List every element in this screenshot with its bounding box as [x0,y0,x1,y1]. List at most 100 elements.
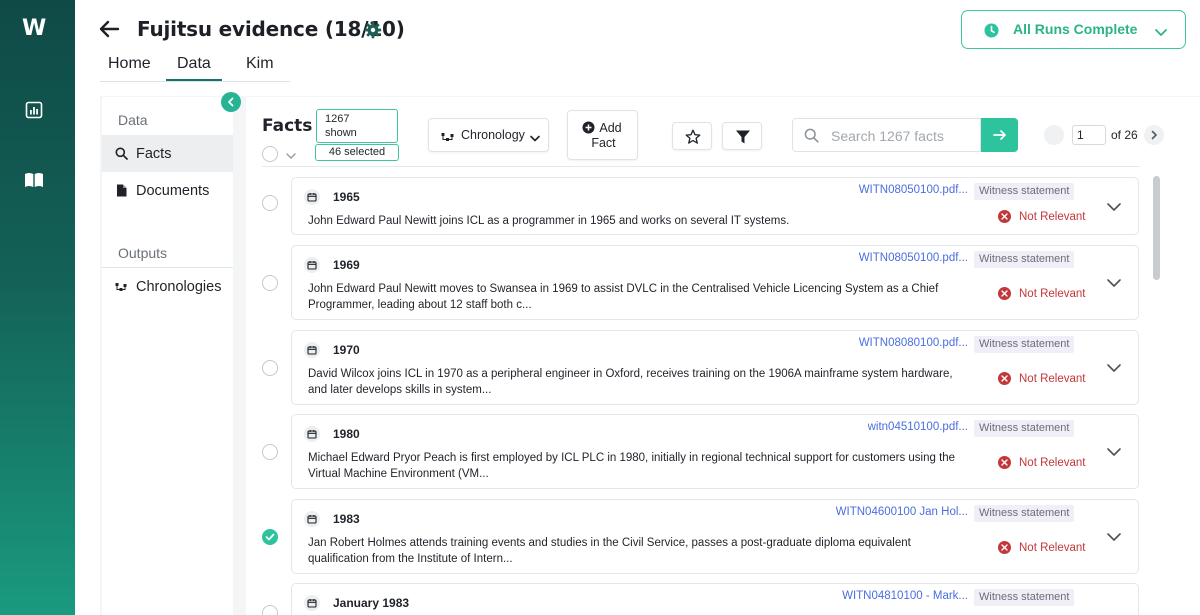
relevance-status[interactable]: Not Relevant [998,456,1085,469]
calendar-icon [304,595,320,611]
document-icon [114,184,128,198]
gear-icon[interactable] [364,21,382,39]
search-input[interactable] [831,126,976,146]
check-icon [265,533,275,540]
tab-home[interactable]: Home [108,55,151,73]
filter-icon [735,129,751,150]
clock-icon [984,23,999,43]
chevron-down-icon [1154,25,1168,43]
relevance-status[interactable]: Not Relevant [998,287,1085,300]
chevron-down-icon[interactable] [1106,529,1122,545]
fact-card[interactable]: 1980 Michael Edward Pryor Peach is first … [291,414,1139,489]
app-logo[interactable]: W [22,16,46,41]
runs-status-button[interactable]: All Runs Complete [961,10,1186,49]
collapse-sidebar-button[interactable] [221,92,241,112]
fact-select-checkbox[interactable] [262,443,278,460]
calendar-icon [304,189,320,205]
chevron-down-icon[interactable] [1106,444,1122,460]
page-number-input[interactable]: 1 [1072,125,1106,145]
tab-kim[interactable]: Kim [246,55,274,73]
sidebar-item-chronologies[interactable]: Chronologies [102,268,233,305]
previous-page-button[interactable] [1044,125,1064,145]
chevron-down-icon[interactable] [1106,360,1122,376]
close-circle-icon [998,456,1011,469]
tab-bar: Home Data Kim [100,52,290,82]
chevron-down-icon[interactable] [1106,199,1122,215]
add-fact-button[interactable]: Add Fact [567,110,638,160]
fact-source-link[interactable]: witn04510100.pdf... [868,421,968,433]
runs-status-label: All Runs Complete [1013,21,1138,37]
fact-card[interactable]: January 1983 WITN04810100 - Mark... Witnes… [291,583,1139,615]
source-type-badge: Witness statement [974,420,1075,437]
select-all-checkbox[interactable] [262,146,278,162]
search-box [792,118,981,152]
source-type-badge: Witness statement [974,336,1075,353]
fact-source-link[interactable]: WITN08050100.pdf... [859,252,968,264]
favorites-button[interactable] [672,122,712,150]
fact-card[interactable]: 1969 John Edward Paul Newitt moves to Swa… [291,245,1139,320]
shown-count-badge: 1267 shown [316,109,398,143]
close-circle-icon [998,210,1011,223]
fact-select-checkbox[interactable] [262,195,278,211]
search-icon [114,147,128,161]
page-count: of 26 [1111,128,1138,142]
back-arrow-icon[interactable] [98,18,122,42]
search-submit-button[interactable] [981,118,1018,152]
chevron-down-icon[interactable] [1106,275,1122,291]
fact-select-checkbox[interactable] [262,605,278,615]
relevance-label: Not Relevant [1019,287,1086,300]
fact-card[interactable]: 1970 David Wilcox joins ICL in 1970 as a … [291,330,1139,405]
sidebar-item-label: Facts [136,145,172,162]
sidebar-item-facts[interactable]: Facts [102,135,233,172]
close-circle-icon [998,287,1011,300]
sidebar-heading-data: Data [118,112,148,128]
chevron-down-icon[interactable] [285,148,297,160]
chronology-button[interactable]: Chronology [428,118,549,152]
fact-source-link[interactable]: WITN04600100 Jan Hol... [836,506,968,518]
toolbar-divider [262,166,1140,167]
tab-data[interactable]: Data [166,55,222,81]
fact-select-checkbox[interactable] [262,274,278,291]
dashboard-icon[interactable] [23,99,45,121]
fact-text: David Wilcox joins ICL in 1970 as a peri… [308,368,953,396]
filter-button[interactable] [722,122,762,150]
chronology-label: Chronology [461,128,525,142]
fact-text: John Edward Paul Newitt joins ICL as a p… [308,215,790,227]
relevance-status[interactable]: Not Relevant [998,541,1085,554]
relevance-status[interactable]: Not Relevant [998,372,1085,385]
relevance-status[interactable]: Not Relevant [998,210,1085,223]
chevron-left-icon [228,97,234,107]
fact-date: 1980 [333,427,360,441]
fact-source-link[interactable]: WITN08080100.pdf... [859,337,968,349]
scrollbar-thumb[interactable] [1153,176,1160,280]
fact-source-link[interactable]: WITN04810100 - Mark... [842,590,968,602]
fact-select-checkbox[interactable] [262,528,278,545]
star-icon [685,129,701,150]
chronology-icon [114,280,128,294]
fact-card[interactable]: 1965 John Edward Paul Newitt joins ICL as… [291,177,1139,235]
selected-count-badge: 46 selected [315,144,399,161]
source-type-badge: Witness statement [974,251,1075,268]
fact-date: January 1983 [333,596,410,610]
arrow-right-icon [992,130,1006,140]
source-type-badge: Witness statement [974,589,1075,606]
sidebar-item-documents[interactable]: Documents [102,172,233,209]
relevance-label: Not Relevant [1019,210,1086,223]
fact-date: 1969 [333,258,360,272]
facts-title: Facts [262,116,313,136]
app-rail: W [0,0,75,615]
fact-select-checkbox[interactable] [262,359,278,376]
fact-source-link[interactable]: WITN08050100.pdf... [859,184,968,196]
book-icon[interactable] [23,169,45,191]
calendar-icon [304,257,320,273]
close-circle-icon [998,372,1011,385]
source-type-badge: Witness statement [974,183,1075,200]
next-page-button[interactable] [1144,125,1164,145]
fact-card[interactable]: 1983 Jan Robert Holmes attends training e… [291,499,1139,574]
calendar-icon [304,426,320,442]
sidebar-item-label: Documents [136,182,210,199]
fact-date: 1970 [333,343,360,357]
relevance-label: Not Relevant [1019,372,1086,385]
sidebar-item-label: Chronologies [136,278,222,295]
relevance-label: Not Relevant [1019,541,1086,554]
